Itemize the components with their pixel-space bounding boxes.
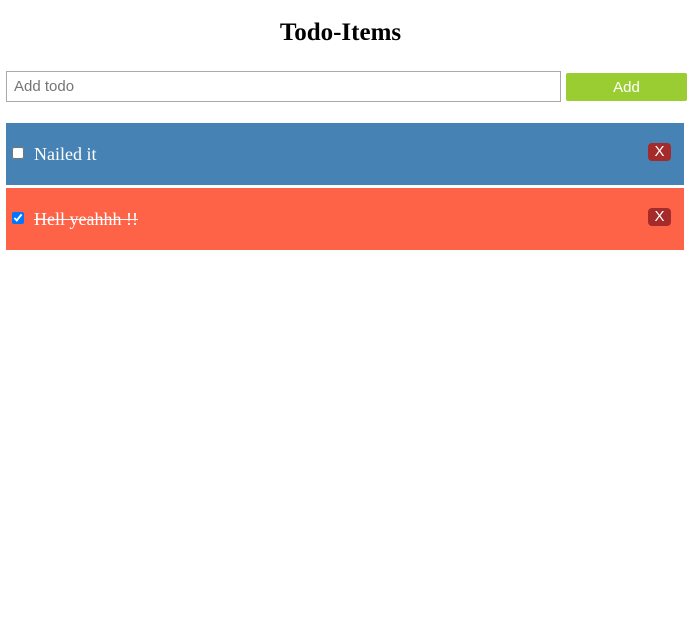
todo-item: Nailed it X — [6, 123, 684, 185]
page-title: Todo-Items — [279, 19, 402, 46]
add-button[interactable]: Add — [566, 73, 687, 101]
todo-text: Nailed it — [34, 144, 97, 164]
todo-checkbox[interactable] — [12, 212, 24, 224]
delete-button[interactable]: X — [648, 208, 671, 226]
todo-item: Hell yeahhh !! X — [6, 188, 684, 250]
todo-text: Hell yeahhh !! — [34, 209, 138, 229]
add-todo-input[interactable] — [6, 71, 561, 102]
todo-list: Nailed it X Hell yeahhh !! X — [6, 123, 684, 253]
add-todo-form: Add — [6, 71, 687, 102]
todo-checkbox[interactable] — [12, 147, 24, 159]
delete-button[interactable]: X — [648, 143, 671, 161]
